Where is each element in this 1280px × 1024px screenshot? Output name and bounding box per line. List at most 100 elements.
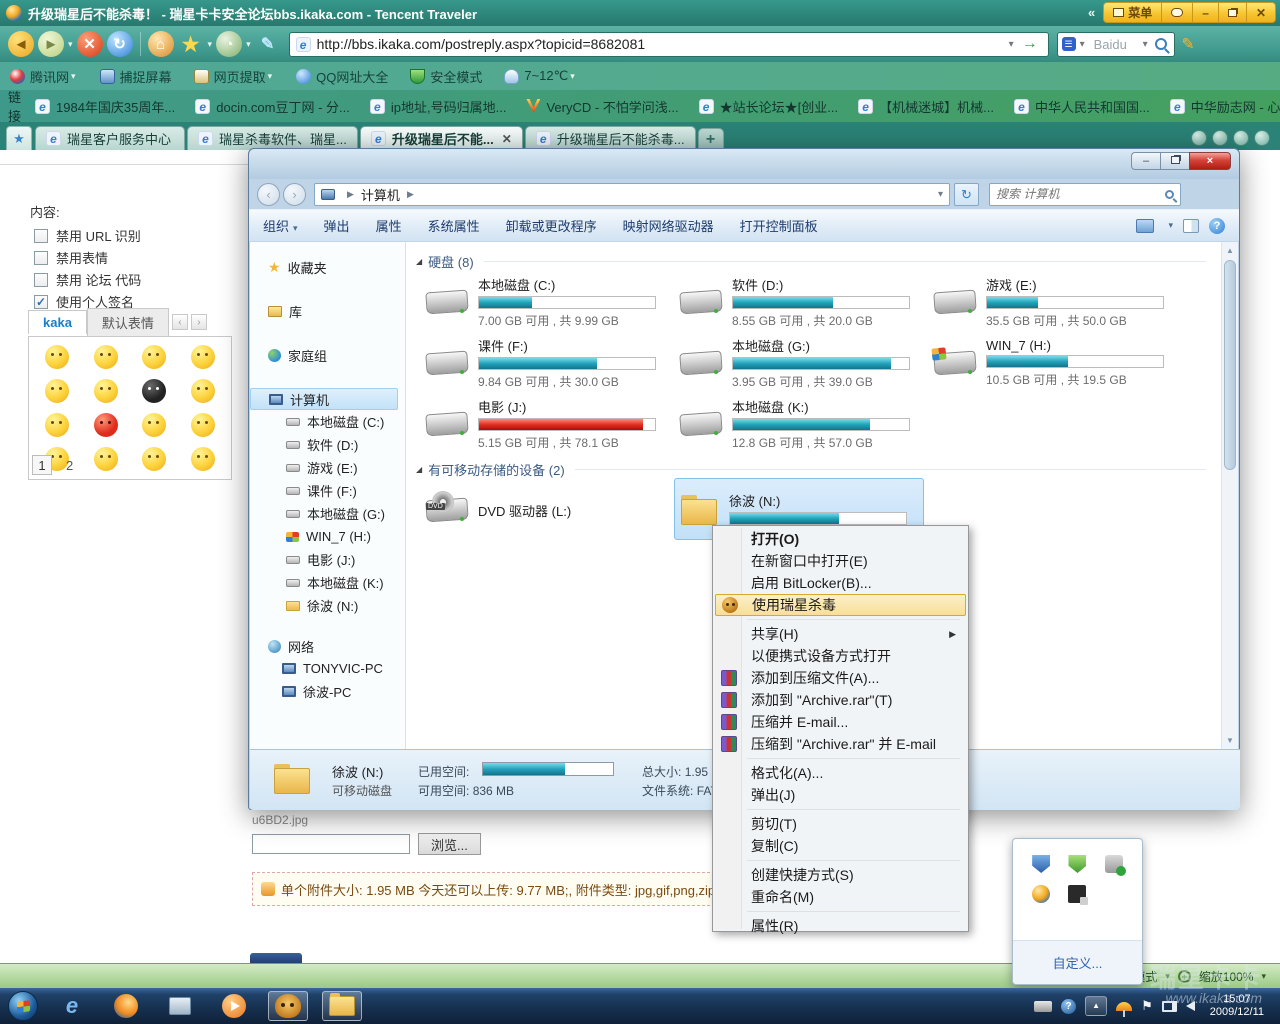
menu-item-create-shortcut[interactable]: 创建快捷方式(S) [715,864,966,886]
emoticon[interactable] [142,379,167,403]
drive-d[interactable]: 软件 (D:) 8.55 GB 可用 , 共 20.0 GB [674,274,924,330]
sidebar-drive-k[interactable]: 本地磁盘 (K:) [250,571,405,594]
browser-tab[interactable]: e 升级瑞星后不能杀毒... [524,126,696,150]
menu-item-properties[interactable]: 属性(R) [715,915,966,937]
emote-prev-button[interactable]: ‹ [171,314,188,330]
collapse-arrow-icon[interactable]: ◢ [416,257,422,266]
browser-orb-icon[interactable] [1032,885,1051,903]
taskbar-media-player[interactable] [214,991,254,1021]
sidebar-network-pc[interactable]: 徐波-PC [250,680,405,703]
menu-item-eject[interactable]: 弹出(J) [715,784,966,806]
sidebar-item-favorites[interactable]: ★ 收藏夹 [250,256,405,278]
search-engine-label[interactable]: Baidu [1089,37,1139,52]
sidebar-item-computer[interactable]: 计算机 [250,388,398,410]
safely-remove-usb-icon[interactable] [1104,855,1126,876]
toolbar-control-panel[interactable]: 打开控制面板 [740,216,818,235]
page-number[interactable]: 2 [66,458,73,473]
zoom-caret-icon[interactable]: ▾ [1261,971,1266,982]
drive-h[interactable]: WIN_7 (H:) 10.5 GB 可用 , 共 19.5 GB [928,335,1178,391]
link-item[interactable]: e docin.com豆丁网 - 分... [195,97,350,116]
menu-item-rising-scan[interactable]: 使用瑞星杀毒 [715,594,966,616]
search-box[interactable]: ☰ ▾ Baidu ▾ [1056,31,1175,57]
emoticon[interactable] [93,379,118,403]
emoticon[interactable] [45,413,70,437]
breadcrumb-arrow-icon[interactable]: ▶ [400,189,421,200]
help-icon[interactable]: ? [1061,998,1077,1014]
link-item[interactable]: VeryCD - 不怕学问浅... [526,97,679,116]
checkbox-checked-icon[interactable]: ✓ [34,294,48,309]
tray-expand-button[interactable]: ▲ [1085,996,1108,1016]
drive-f[interactable]: 课件 (F:) 9.84 GB 可用 , 共 30.0 GB [420,335,670,391]
emoticon[interactable] [93,413,118,437]
forward-button[interactable]: ► [38,31,64,57]
explorer-titlebar[interactable] [249,149,1239,179]
link-item[interactable]: e ★站长论坛★[创业... [698,97,838,116]
drive-k[interactable]: 本地磁盘 (K:) 12.8 GB 可用 , 共 57.0 GB [674,396,924,452]
sidebar-drive-g[interactable]: 本地磁盘 (G:) [250,502,405,525]
keyboard-icon[interactable] [1034,1000,1053,1012]
menu-item-open-portable[interactable]: 以便携式设备方式打开 [715,645,966,667]
sidebar-network-pc[interactable]: TONYVIC-PC [250,657,405,680]
emote-tab-kaka[interactable]: kaka [28,310,87,334]
sidebar-drive-d[interactable]: 软件 (D:) [250,433,405,456]
mode-caret-icon[interactable]: ▾ [1165,971,1170,982]
option-disable-url[interactable]: 禁用 URL 识别 [34,226,141,245]
toolbar-eject[interactable]: 弹出 [324,216,350,235]
tool-qq-urls[interactable]: QQ网址大全 [296,67,388,86]
emote-tab-default[interactable]: 默认表情 [86,308,169,336]
emoticon[interactable] [93,345,118,369]
help-button[interactable]: ? [1209,217,1225,234]
checkbox-icon[interactable] [34,228,48,243]
clock[interactable]: 15:07 2009/12/11 [1204,993,1274,1019]
sidebar-drive-f[interactable]: 课件 (F:) [250,479,405,502]
sidebar-item-homegroup[interactable]: 家庭组 [250,344,405,366]
tool-page-extract[interactable]: 网页提取 ▾ [193,67,275,86]
sidebar-item-network[interactable]: 网络 [250,635,405,657]
section-header-removable[interactable]: ◢ 有可移动存储的设备 (2) [416,460,1206,479]
taskbar-rising-antivirus[interactable] [268,991,308,1021]
toolbar-map-network-drive[interactable]: 映射网络驱动器 [623,216,714,235]
address-dropdown-icon[interactable]: ▾ [938,189,943,200]
menu-item-open-new-window[interactable]: 在新窗口中打开(E) [715,550,966,572]
sidebar-drive-e[interactable]: 游戏 (E:) [250,456,405,479]
customize-link[interactable]: 自定义... [1053,953,1103,972]
forward-button[interactable]: › [283,182,306,206]
emote-next-button[interactable]: › [190,314,207,330]
refresh-button[interactable]: ↻ [954,182,979,206]
minimize-button[interactable]: – [1192,2,1218,23]
menu-item-add-to-archive[interactable]: 添加到压缩文件(A)... [715,667,966,689]
maximize-button[interactable] [1160,152,1189,170]
scroll-up-icon[interactable]: ▲ [1226,246,1235,255]
taskbar-window[interactable] [160,991,200,1021]
search-input[interactable] [996,187,1165,201]
close-button[interactable]: × [1189,152,1231,170]
clean-brush-button[interactable]: ✎ [255,31,281,57]
device-icon[interactable] [1068,885,1089,905]
taskbar-ie[interactable]: e [52,991,92,1021]
tab-list-button[interactable] [1233,130,1249,146]
tool-safe-mode[interactable]: 安全模式 [410,67,482,86]
action-center-flag-icon[interactable]: ⚑ [1141,998,1153,1014]
history-button[interactable]: ◔ [216,31,243,57]
collapse-arrow-icon[interactable]: ◢ [416,465,422,474]
restore-button[interactable] [1217,2,1246,23]
option-disable-emotes[interactable]: 禁用表情 [34,248,108,267]
menu-item-cut[interactable]: 剪切(T) [715,813,966,835]
menu-item-copy[interactable]: 复制(C) [715,835,966,857]
emoticon[interactable] [45,379,70,403]
tab-scroll-left-button[interactable] [1191,130,1207,146]
emoticon[interactable] [190,413,215,437]
url-dropdown-icon[interactable]: ▾ [1005,39,1018,50]
feedback-button[interactable] [1161,2,1193,23]
attachment-file-input[interactable] [252,834,410,854]
stop-button[interactable]: ✕ [76,31,103,57]
drive-g[interactable]: 本地磁盘 (G:) 3.95 GB 可用 , 共 39.0 GB [674,335,924,391]
edit-pencil-icon[interactable]: ✏ [1175,32,1199,56]
toolbar-properties[interactable]: 属性 [376,216,402,235]
menu-item-open[interactable]: 打开(O) [715,528,966,550]
url-text[interactable]: http://bbs.ikaka.com/postreply.aspx?topi… [317,36,1005,52]
drive-c[interactable]: 本地磁盘 (C:) 7.00 GB 可用 , 共 9.99 GB [420,274,670,330]
link-item[interactable]: e中华励志网 - 心灵励... [1169,97,1280,116]
favorites-caret-icon[interactable]: ▾ [208,39,213,50]
menu-item-compress-email[interactable]: 压缩并 E-mail... [715,711,966,733]
